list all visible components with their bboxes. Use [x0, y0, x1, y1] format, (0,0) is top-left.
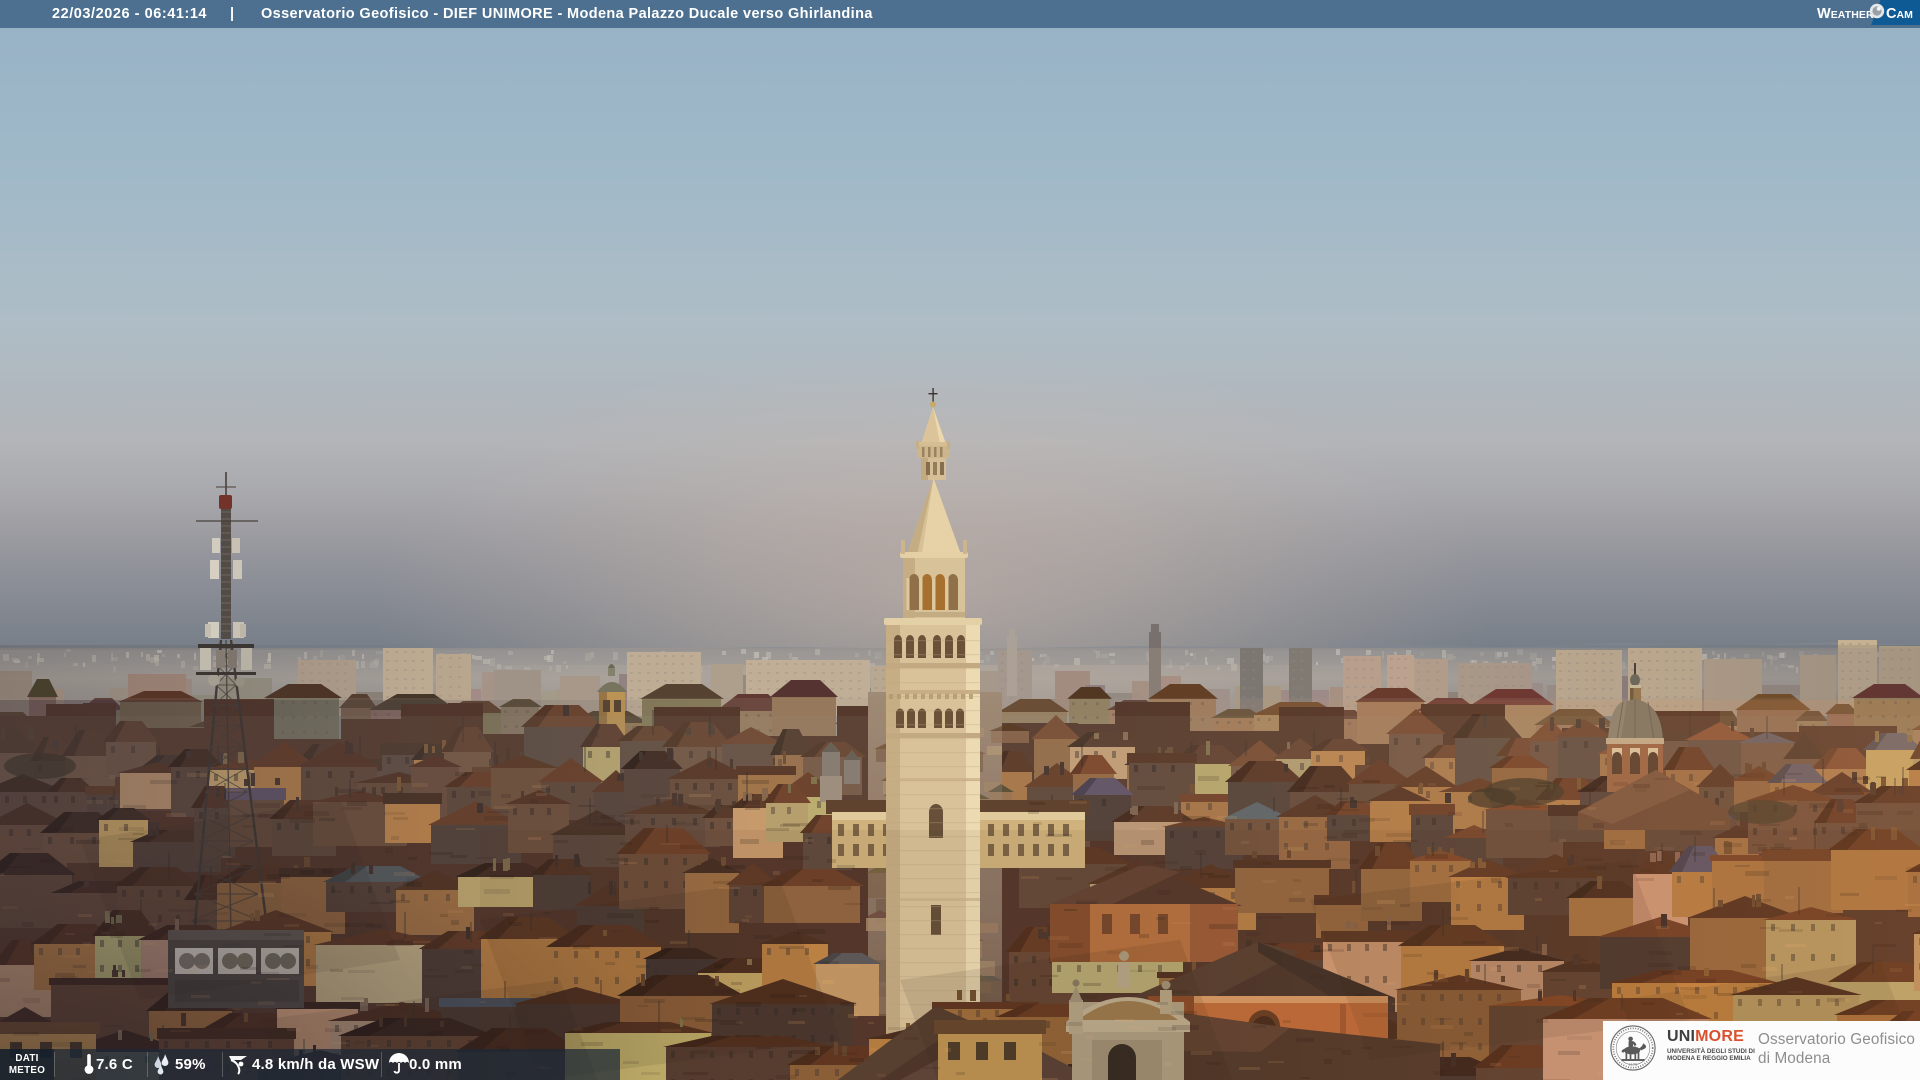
svg-text:1175: 1175: [1629, 1062, 1637, 1067]
